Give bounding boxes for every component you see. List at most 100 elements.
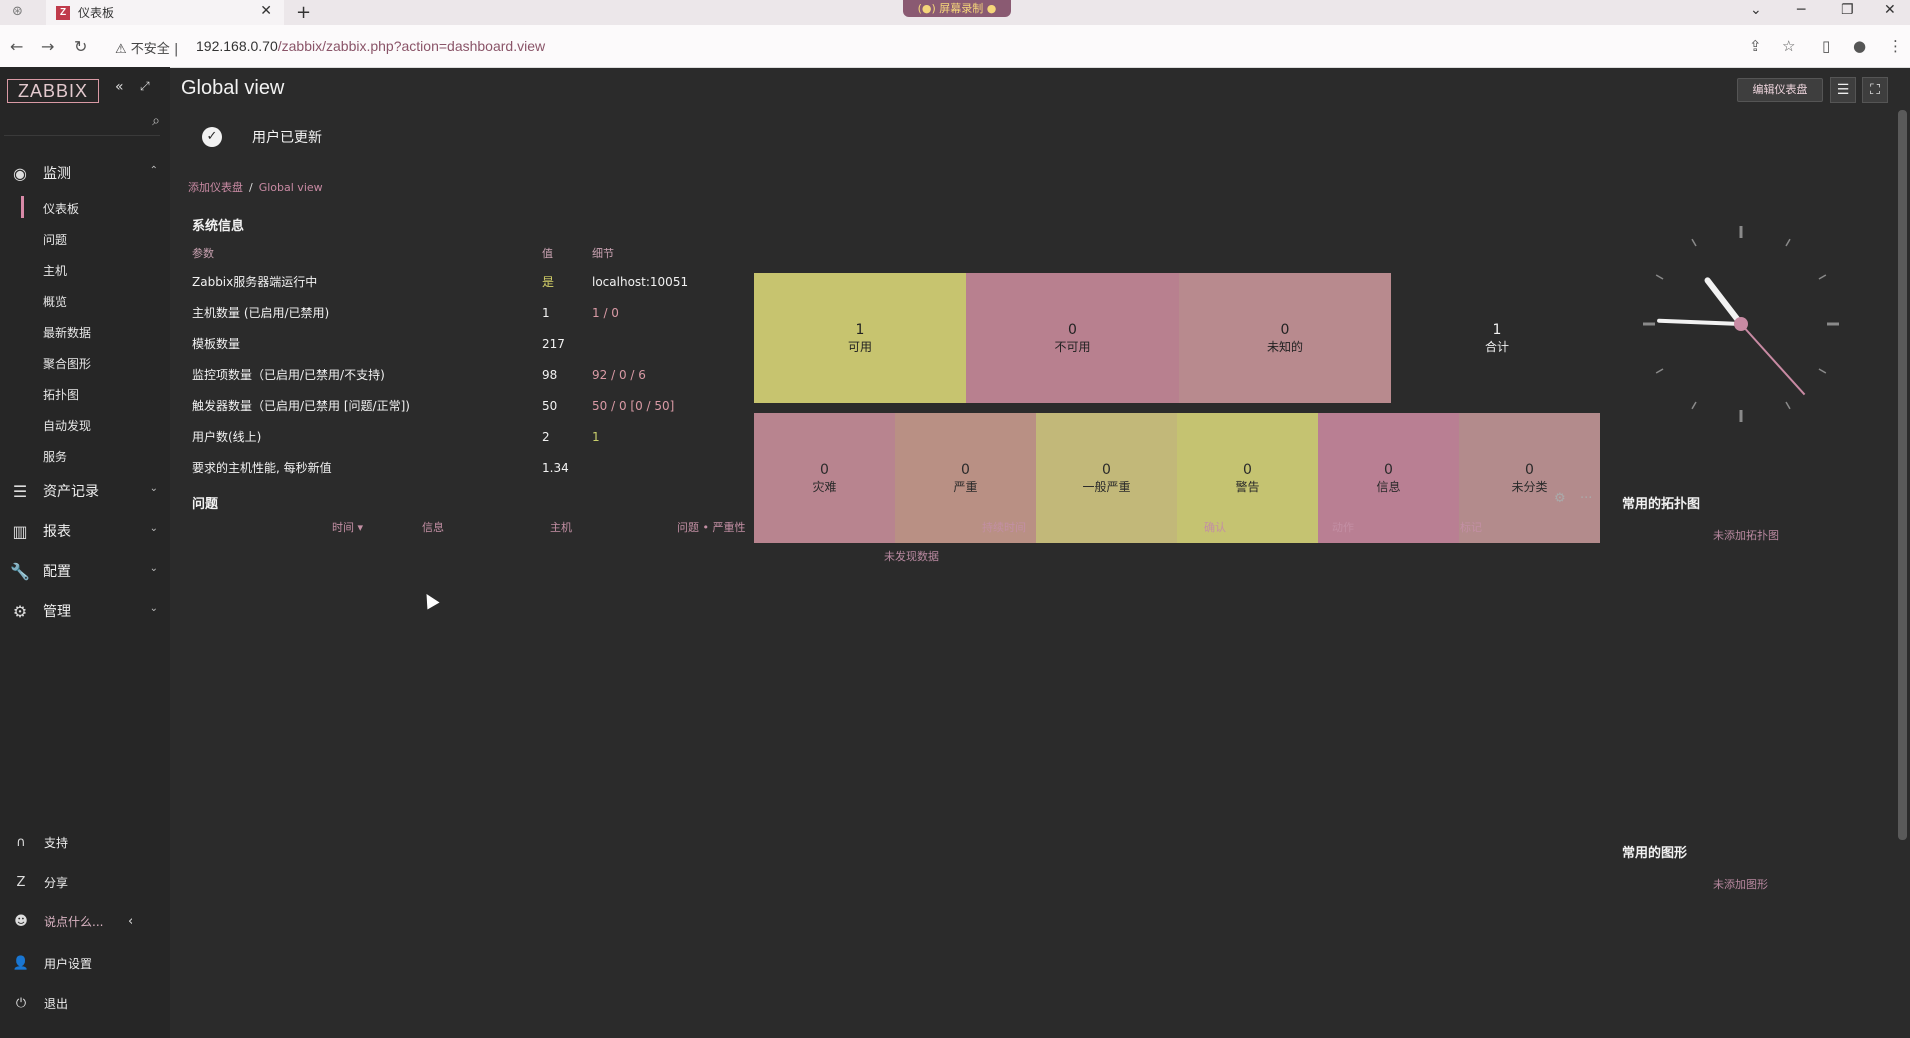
browser-tab[interactable]: Z 仪表板 ✕ <box>46 0 284 25</box>
bookmark-star-icon[interactable]: ☆ <box>1782 37 1795 55</box>
column-header-problem[interactable]: 问题 • 严重性 <box>677 519 745 535</box>
browser-more-icon[interactable]: ⋮ <box>1888 37 1903 55</box>
minimize-icon[interactable]: ─ <box>1797 2 1805 18</box>
close-tab-icon[interactable]: ✕ <box>260 3 272 19</box>
new-tab-icon[interactable]: + <box>296 2 311 23</box>
kiosk-mode-icon[interactable]: ⤢ <box>140 79 150 94</box>
severity-label: 灾难 <box>812 479 837 494</box>
sidebar-user-settings[interactable]: 👤 用户设置 <box>0 951 170 975</box>
bar-chart-icon: ▥ <box>12 521 28 541</box>
breadcrumb-current[interactable]: Global view <box>259 181 323 194</box>
value-cell: 217 <box>542 336 565 351</box>
column-header: 参数 <box>192 247 214 260</box>
detail-cell: localhost:10051 <box>592 274 689 289</box>
value-cell: 2 <box>542 429 550 444</box>
value-cell: 是 <box>542 275 555 289</box>
success-message: ✓ 用户已更新 <box>202 127 322 147</box>
url-field[interactable]: 192.168.0.70/zabbix/zabbix.php?action=da… <box>196 38 545 54</box>
severity-count: 0 <box>1384 461 1393 478</box>
host-availability-unavailable[interactable]: 0 不可用 <box>966 273 1179 403</box>
column-header-host[interactable]: 主机 <box>550 519 572 535</box>
host-availability-unknown[interactable]: 0 未知的 <box>1179 273 1391 403</box>
severity-warning[interactable]: 0 警告 <box>1177 413 1318 543</box>
sidebar-item-latest-data[interactable]: 最新数据 <box>43 324 91 341</box>
clock-minute-hand <box>1657 318 1743 326</box>
list-icon: ☰ <box>12 481 28 501</box>
menu-configuration[interactable]: 🔧 配置 ⌄ <box>0 557 170 585</box>
menu-monitoring[interactable]: ◉ 监测 ⌃ <box>0 159 170 187</box>
detail-cell: 1 / 0 <box>592 305 619 320</box>
sidebar-item-problems[interactable]: 问题 <box>43 231 67 248</box>
available-label: 可用 <box>847 339 872 354</box>
sidebar-item-maps[interactable]: 拓扑图 <box>43 386 79 403</box>
side-panel-icon[interactable]: ▯ <box>1822 37 1830 55</box>
recording-indicator: (●) 屏幕录制 ● <box>903 0 1011 17</box>
back-icon[interactable]: ← <box>10 37 23 56</box>
severity-disaster[interactable]: 0 灾难 <box>754 413 895 543</box>
column-header-tags: 标记 <box>1460 521 1482 534</box>
collapse-sidebar-icon[interactable]: « <box>115 79 124 95</box>
sidebar-item-services[interactable]: 服务 <box>43 448 67 465</box>
sidebar-support[interactable]: ∩ 支持 <box>0 830 170 854</box>
reload-icon[interactable]: ↻ <box>74 37 87 56</box>
severity-average[interactable]: 0 一般严重 <box>1036 413 1177 543</box>
tab-search-icon[interactable]: ⌄ <box>1750 2 1762 18</box>
profile-icon[interactable]: ● <box>1853 37 1866 55</box>
table-row: 用户数(线上) 2 1 <box>192 421 752 452</box>
sidebar-item-discovery[interactable]: 自动发现 <box>43 417 91 434</box>
close-window-icon[interactable]: ✕ <box>1884 2 1896 18</box>
param-cell: Zabbix服务器端运行中 <box>192 275 318 289</box>
browser-menu-icon[interactable]: ⊛ <box>12 4 23 19</box>
sidebar: ZABBIX « ⤢ ⌕ ◉ 监测 ⌃ 仪表板 问题 主机 概览 最新数据 聚合… <box>0 67 170 1038</box>
clock-tick <box>1818 368 1827 374</box>
dashboard-actions-icon[interactable]: ☰ <box>1830 77 1856 103</box>
severity-label: 警告 <box>1235 479 1260 494</box>
security-warning[interactable]: ⚠ 不安全 | <box>115 38 178 57</box>
feedback-label: 说点什么... <box>44 914 104 929</box>
page-scrollbar[interactable] <box>1898 110 1907 840</box>
menu-reports[interactable]: ▥ 报表 ⌄ <box>0 517 170 545</box>
sidebar-feedback[interactable]: ☻ 说点什么... ‹ <box>0 909 170 933</box>
sidebar-item-screens[interactable]: 聚合图形 <box>43 355 91 372</box>
restore-icon[interactable]: ❐ <box>1841 2 1854 18</box>
favorite-graphs-empty: 未添加图形 <box>1713 878 1768 891</box>
browser-tab-title: 仪表板 <box>78 6 115 20</box>
menu-monitoring-label: 监测 <box>43 166 71 182</box>
detail-cell: 50 / 0 [0 / 50] <box>592 398 675 413</box>
menu-administration[interactable]: ⚙ 管理 ⌄ <box>0 597 170 625</box>
value-cell: 98 <box>542 367 558 382</box>
param-cell: 模板数量 <box>192 337 241 351</box>
unavailable-count: 0 <box>1068 321 1077 338</box>
edit-dashboard-button[interactable]: 编辑仪表盘 <box>1737 78 1823 102</box>
zabbix-logo[interactable]: ZABBIX <box>7 79 99 103</box>
table-row: 监控项数量（已启用/已禁用/不支持) 98 92 / 0 / 6 <box>192 359 752 390</box>
sidebar-sign-out[interactable]: ⏻ 退出 <box>0 991 170 1015</box>
sidebar-item-dashboard[interactable]: 仪表板 <box>20 196 79 218</box>
success-message-text: 用户已更新 <box>252 130 322 146</box>
zabbix-favicon-icon: Z <box>56 5 70 20</box>
clock-tick <box>1655 274 1664 280</box>
chevron-left-icon[interactable]: ‹ <box>128 914 133 929</box>
share-page-icon[interactable]: ⇪ <box>1749 37 1762 55</box>
sidebar-item-hosts[interactable]: 主机 <box>43 262 67 279</box>
menu-inventory-label: 资产记录 <box>43 484 99 500</box>
severity-label: 一般严重 <box>1082 479 1131 494</box>
chevron-down-icon: ⌄ <box>149 603 158 614</box>
chevron-up-icon: ⌃ <box>149 165 158 176</box>
value-cell: 1 <box>542 305 550 320</box>
fullscreen-icon[interactable]: ⛶ <box>1862 77 1888 103</box>
eye-icon: ◉ <box>13 163 27 183</box>
table-header-row: 参数 值 细节 <box>192 240 752 266</box>
detail-cell: 1 <box>592 429 600 444</box>
search-icon[interactable]: ⌕ <box>152 113 160 129</box>
forward-icon[interactable]: → <box>41 37 54 56</box>
sidebar-share[interactable]: Z 分享 <box>0 870 170 894</box>
menu-inventory[interactable]: ☰ 资产记录 ⌄ <box>0 477 170 505</box>
column-header-time[interactable]: 时间 ▾ <box>332 519 363 535</box>
sidebar-item-overview[interactable]: 概览 <box>43 293 67 310</box>
table-row: 要求的主机性能, 每秒新值 1.34 <box>192 452 752 483</box>
breadcrumb-parent[interactable]: 添加仪表盘 <box>188 181 243 194</box>
clock-second-hand <box>1740 323 1806 396</box>
sidebar-search[interactable]: ⌕ <box>4 109 160 136</box>
host-availability-available[interactable]: 1 可用 <box>754 273 966 403</box>
